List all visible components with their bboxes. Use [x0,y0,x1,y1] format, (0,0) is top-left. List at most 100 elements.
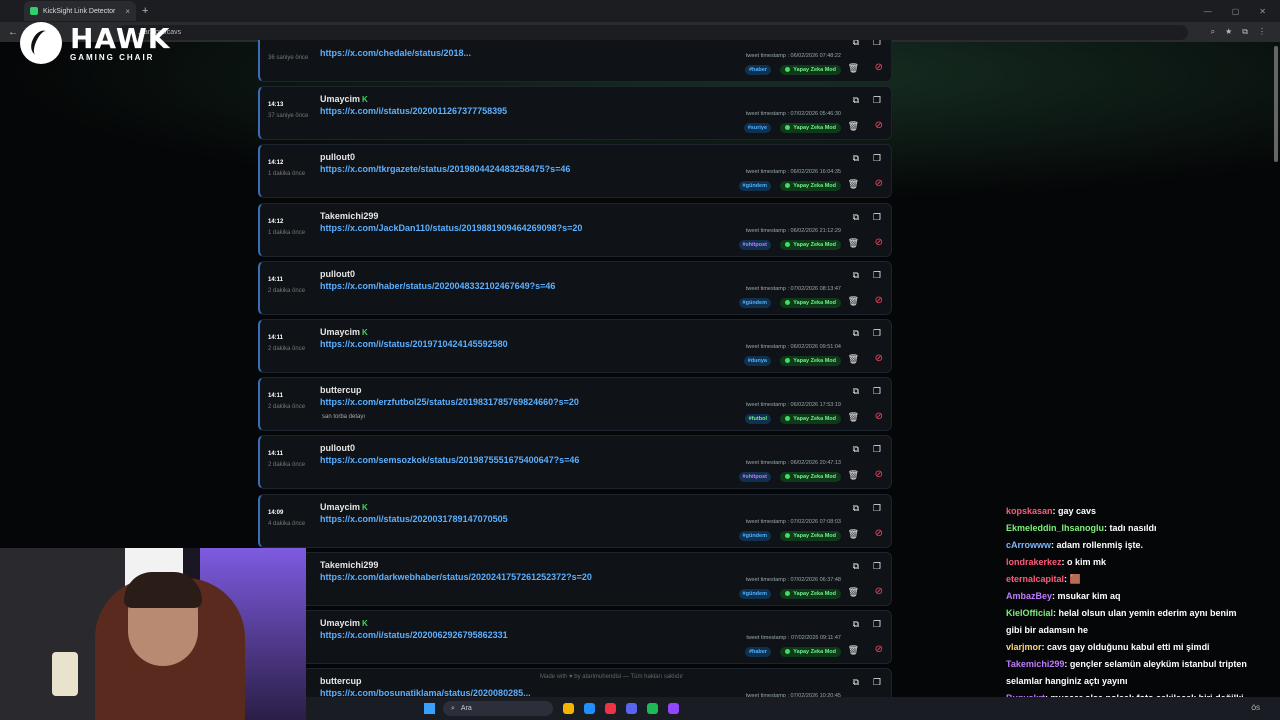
search-icon[interactable]: ⌕ [1211,27,1215,37]
close-window-icon[interactable]: ✕ [1259,7,1266,16]
block-icon[interactable]: ⊘ [875,469,883,480]
block-icon[interactable]: ⊘ [875,411,883,422]
copy-icon[interactable]: ❐ [873,561,881,572]
maximize-icon[interactable]: ▢ [1232,7,1240,16]
copy-icon[interactable]: ❐ [873,95,881,106]
card-link[interactable]: https://x.com/chedale/status/2018... [320,48,471,58]
discord-icon[interactable] [626,703,637,714]
copy-icon[interactable]: ❐ [873,386,881,397]
block-icon[interactable]: ⊘ [875,295,883,306]
delete-icon[interactable]: 🗑 [848,63,859,74]
new-tab-button[interactable]: + [142,5,148,17]
delete-icon[interactable]: 🗑 [848,238,859,249]
card-user[interactable]: Umaycim K [320,502,368,512]
card-user[interactable]: buttercup [320,385,362,395]
chrome-icon[interactable] [605,703,616,714]
open-external-icon[interactable]: ⧉ [853,212,859,223]
copy-icon[interactable]: ❐ [873,444,881,455]
favicon-icon [30,7,38,15]
card-user[interactable]: Takemichi299 [320,211,378,221]
block-icon[interactable]: ⊘ [875,178,883,189]
open-external-icon[interactable]: ⧉ [853,619,859,630]
open-external-icon[interactable]: ⧉ [853,561,859,572]
delete-icon[interactable]: 🗑 [848,121,859,132]
copy-icon[interactable]: ❐ [873,619,881,630]
extensions-icon[interactable]: ⧉ [1242,27,1248,37]
card-link[interactable]: https://x.com/i/status/20200317891470705… [320,514,508,524]
chat-username[interactable]: Ekmeleddin_Ihsanoglu [1006,523,1104,533]
card-link[interactable]: https://x.com/JackDan110/status/20198819… [320,223,582,233]
open-external-icon[interactable]: ⧉ [853,153,859,164]
delete-icon[interactable]: 🗑 [848,296,859,307]
card-link[interactable]: https://x.com/haber/status/2020048332102… [320,281,555,291]
open-external-icon[interactable]: ⧉ [853,503,859,514]
copy-icon[interactable]: ❐ [873,212,881,223]
scrollbar[interactable] [1274,46,1278,162]
open-external-icon[interactable]: ⧉ [853,270,859,281]
block-icon[interactable]: ⊘ [875,586,883,597]
spotify-icon[interactable] [647,703,658,714]
block-icon[interactable]: ⊘ [875,644,883,655]
block-icon[interactable]: ⊘ [875,528,883,539]
copy-icon[interactable]: ❐ [873,503,881,514]
card-user[interactable]: Umaycim K [320,618,368,628]
block-icon[interactable]: ⊘ [875,120,883,131]
card-user[interactable]: Umaycim K [320,94,368,104]
card-user[interactable]: buttercup [320,676,362,686]
minimize-icon[interactable]: — [1204,7,1212,16]
card-user[interactable]: Umaycim K [320,327,368,337]
chat-username[interactable]: londrakerkez [1006,557,1062,567]
delete-icon[interactable]: 🗑 [848,179,859,190]
chat-username[interactable]: Takemichi299 [1006,659,1064,669]
delete-icon[interactable]: 🗑 [848,354,859,365]
edge-icon[interactable] [584,703,595,714]
tab-kicksight[interactable]: KickSight Link Detector × [24,1,136,21]
chat-username[interactable]: KielOfficial [1006,608,1053,618]
chat-username[interactable]: vlarjmor [1006,642,1042,652]
card-user[interactable]: pullout0 [320,152,355,162]
card-link[interactable]: https://x.com/erzfutbol25/status/2019831… [320,397,579,407]
delete-icon[interactable]: 🗑 [848,412,859,423]
close-tab-icon[interactable]: × [125,7,130,16]
delete-icon[interactable]: 🗑 [848,587,859,598]
menu-icon[interactable]: ⋮ [1258,27,1266,37]
block-icon[interactable]: ⊘ [875,353,883,364]
card-link[interactable]: https://x.com/tkrgazete/status/201980442… [320,164,570,174]
address-bar[interactable]: ...ar.com/cavs [118,24,1188,40]
copy-icon[interactable]: ❐ [873,153,881,164]
card-user[interactable]: Takemichi299 [320,560,378,570]
delete-icon[interactable]: 🗑 [848,470,859,481]
windows-start-icon[interactable] [424,703,435,714]
card-user[interactable]: pullout0 [320,269,355,279]
copy-icon[interactable]: ❐ [873,40,881,48]
open-external-icon[interactable]: ⧉ [853,95,859,106]
chat-username[interactable]: kopskasan [1006,506,1053,516]
copy-icon[interactable]: ❐ [873,270,881,281]
card-link[interactable]: https://x.com/darkwebhaber/status/202024… [320,572,592,582]
open-external-icon[interactable]: ⧉ [853,328,859,339]
block-icon[interactable]: ⊘ [875,237,883,248]
card-link[interactable]: https://x.com/i/status/20200112673777583… [320,106,507,116]
card-time: 14:11 [268,335,284,341]
open-external-icon[interactable]: ⧉ [853,386,859,397]
card-link[interactable]: https://x.com/i/status/20197104241455925… [320,339,508,349]
taskbar-search[interactable]: ⌕ Ara [443,701,553,716]
open-external-icon[interactable]: ⧉ [853,677,859,688]
card-link[interactable]: https://x.com/i/status/20200629267958623… [320,630,508,640]
card-user[interactable]: pullout0 [320,443,355,453]
copy-icon[interactable]: ❐ [873,677,881,688]
file-explorer-icon[interactable] [563,703,574,714]
open-external-icon[interactable]: ⧉ [853,444,859,455]
delete-icon[interactable]: 🗑 [848,529,859,540]
chat-username[interactable]: cArrowww [1006,540,1051,550]
chat-username[interactable]: AmbazBey [1006,591,1052,601]
obs-icon[interactable] [668,703,679,714]
chat-username[interactable]: eternalcapital [1006,574,1064,584]
star-icon[interactable]: ★ [1225,27,1232,37]
block-icon[interactable]: ⊘ [875,62,883,73]
copy-icon[interactable]: ❐ [873,328,881,339]
delete-icon[interactable]: 🗑 [848,645,859,656]
back-arrow-icon[interactable]: ← [8,27,18,38]
open-external-icon[interactable]: ⧉ [853,40,859,48]
card-link[interactable]: https://x.com/semsozkok/status/201987555… [320,455,579,465]
